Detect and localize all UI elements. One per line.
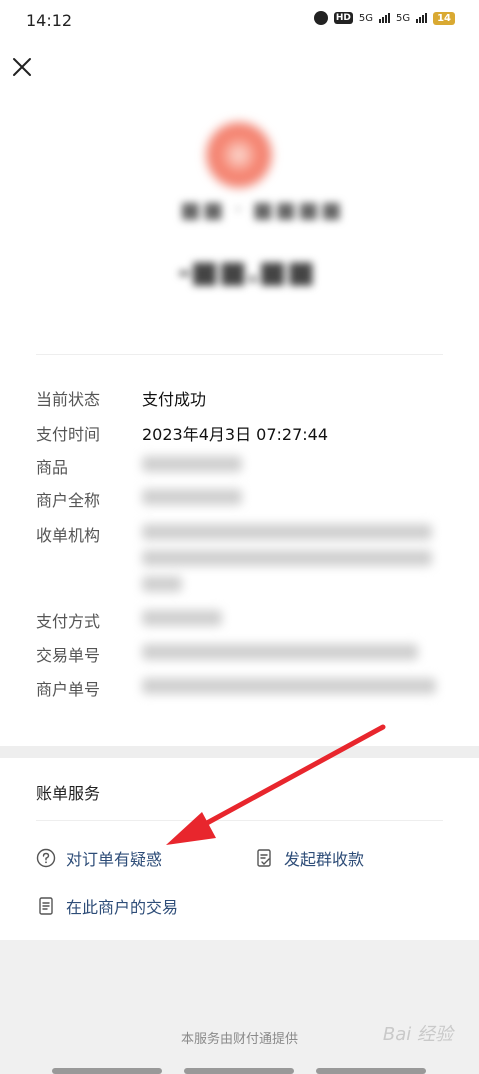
nav-bar-segment xyxy=(316,1068,426,1074)
baidu-watermark: Bai 经验 xyxy=(382,1024,453,1045)
network-5g-label-2: 5G xyxy=(395,12,411,24)
product-label: 商品 xyxy=(36,458,69,477)
status-time: 14:12 xyxy=(26,11,73,30)
status-label: 当前状态 xyxy=(36,390,101,409)
merchant-full-name-blurred xyxy=(142,489,242,505)
merchant-avatar xyxy=(206,122,272,188)
section-separator xyxy=(0,746,479,758)
order-doubt-button[interactable]: 对订单有疑惑 xyxy=(36,846,162,870)
acquirer-value-blurred-line1 xyxy=(142,524,432,540)
product-value-blurred xyxy=(142,456,242,472)
merchant-order-no-label: 商户单号 xyxy=(36,680,101,699)
transaction-no-label: 交易单号 xyxy=(36,646,101,665)
close-icon[interactable] xyxy=(12,57,32,77)
acquirer-value-blurred-line3 xyxy=(142,576,182,592)
acquirer-value-blurred-line2 xyxy=(142,550,432,566)
status-bar: 14:12 HD 5G 5G 14 xyxy=(0,0,479,40)
receipt-check-icon xyxy=(257,849,271,867)
status-icons: HD 5G 5G 14 xyxy=(313,11,455,25)
nav-bar-segment xyxy=(184,1068,294,1074)
pay-method-blurred xyxy=(142,610,222,626)
signal-icon xyxy=(378,13,390,23)
bill-detail-card: 14:12 HD 5G 5G 14 ■■ · ■■■■ -■■.■■ 当前状态 … xyxy=(0,0,479,940)
document-icon xyxy=(39,897,53,915)
order-doubt-label: 对订单有疑惑 xyxy=(66,850,163,869)
group-collect-label: 发起群收款 xyxy=(284,850,365,869)
group-collect-button[interactable]: 发起群收款 xyxy=(254,846,364,870)
merchant-transactions-label: 在此商户的交易 xyxy=(66,898,179,917)
pay-time-label: 支付时间 xyxy=(36,425,101,444)
amount-blurred: -■■.■■ xyxy=(178,255,316,290)
divider xyxy=(36,354,443,355)
nav-bar-segment xyxy=(52,1068,162,1074)
merchant-full-name-label: 商户全称 xyxy=(36,491,101,510)
battery-icon: 14 xyxy=(433,11,455,25)
acquirer-label: 收单机构 xyxy=(36,526,101,545)
divider xyxy=(36,820,443,821)
pay-time-value: 2023年4月3日 07:27:44 xyxy=(142,425,329,444)
network-5g-label: 5G xyxy=(358,12,373,24)
pay-method-label: 支付方式 xyxy=(36,612,101,631)
status-value: 支付成功 xyxy=(142,390,207,409)
merchant-order-no-blurred xyxy=(142,678,436,694)
transaction-no-blurred xyxy=(142,644,418,660)
hd-icon: HD xyxy=(333,12,353,24)
question-icon xyxy=(36,848,56,868)
signal-icon-2 xyxy=(416,13,428,23)
alarm-icon xyxy=(313,11,328,25)
merchant-name-blurred: ■■ · ■■■■ xyxy=(180,198,344,223)
bill-service-title: 账单服务 xyxy=(36,784,101,803)
merchant-transactions-button[interactable]: 在此商户的交易 xyxy=(36,894,178,918)
